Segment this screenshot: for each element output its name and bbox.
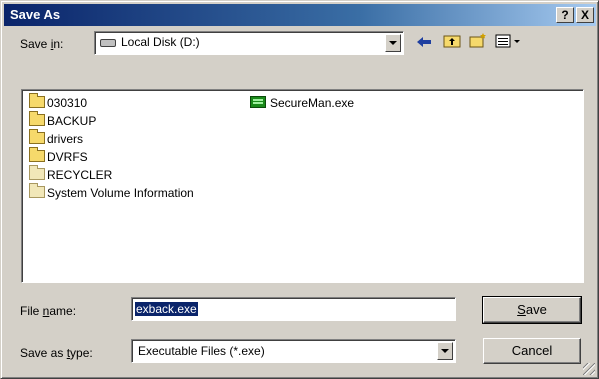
file-name-input[interactable]: exback.exe (131, 297, 456, 321)
file-name-label: File name: (20, 304, 77, 318)
save-in-value: Local Disk (D:) (121, 35, 200, 49)
save-type-value: Executable Files (*.exe) (138, 344, 265, 358)
list-item[interactable]: DVRFS (29, 147, 88, 166)
close-button[interactable]: X (576, 7, 594, 23)
save-type-label: Save as type: (20, 346, 93, 360)
save-type-dropdown-arrow[interactable] (437, 342, 453, 360)
save-type-dropdown[interactable]: Executable Files (*.exe) (131, 339, 456, 363)
folder-icon (29, 147, 45, 162)
drive-icon (100, 39, 116, 47)
save-in-label: Save in: (20, 37, 64, 51)
help-button[interactable]: ? (556, 7, 574, 23)
save-button[interactable]: Save (482, 296, 582, 324)
cancel-button[interactable]: Cancel (483, 338, 581, 364)
file-list[interactable]: 030310 BACKUP drivers DVRFS RECYCLER Sys… (21, 89, 584, 283)
system-folder-icon (29, 183, 45, 198)
executable-icon (250, 96, 266, 108)
views-menu-icon[interactable] (493, 32, 525, 54)
folder-icon (29, 111, 45, 126)
save-in-dropdown[interactable]: Local Disk (D:) (94, 31, 404, 55)
list-item[interactable]: SecureMan.exe (250, 94, 354, 112)
list-item[interactable]: System Volume Information (29, 183, 194, 202)
list-item[interactable]: drivers (29, 129, 83, 148)
folder-icon (29, 93, 45, 108)
resize-grip-icon[interactable] (583, 363, 595, 375)
list-item[interactable]: RECYCLER (29, 165, 112, 184)
up-folder-icon[interactable] (441, 32, 463, 54)
save-in-dropdown-arrow[interactable] (385, 34, 401, 52)
title-bar[interactable]: Save As ? X (4, 4, 596, 26)
save-as-dialog: Save As ? X Save in: Local Disk (D:) 030… (0, 0, 599, 379)
new-folder-icon[interactable] (467, 32, 489, 54)
list-item[interactable]: 030310 (29, 93, 87, 112)
file-name-value: exback.exe (135, 302, 198, 316)
folder-icon (29, 129, 45, 144)
window-title: Save As (10, 7, 61, 22)
back-arrow-icon[interactable] (413, 32, 435, 54)
system-folder-icon (29, 165, 45, 180)
list-item[interactable]: BACKUP (29, 111, 96, 130)
